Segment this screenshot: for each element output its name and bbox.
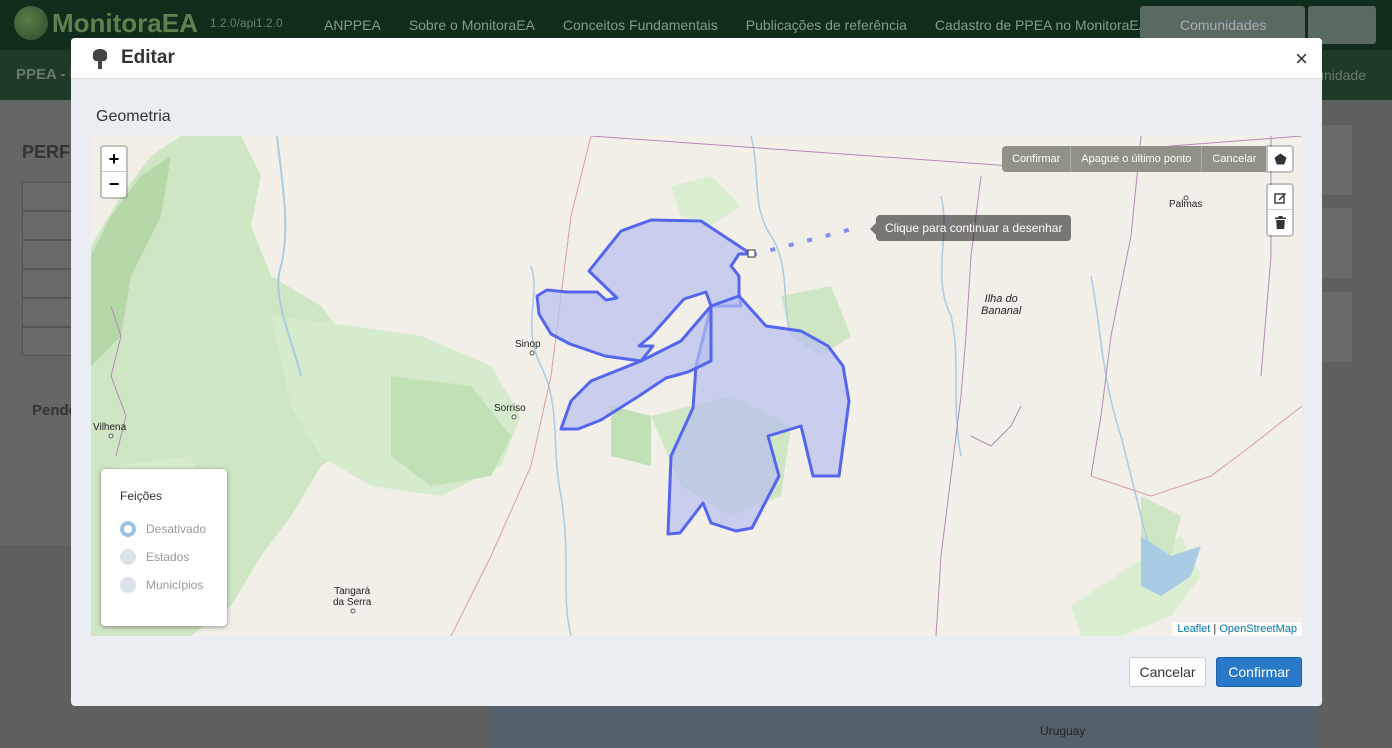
layer-option-municipios[interactable]: Municípios [120, 571, 227, 599]
version-label: 1.2.0/api1.2.0 [209, 16, 283, 30]
sub-header-title: PPEA - I [16, 66, 74, 83]
zoom-in-button[interactable]: + [102, 147, 126, 172]
draw-cancel-button[interactable]: Cancelar [1201, 146, 1267, 172]
globe-icon [14, 6, 48, 40]
layers-panel-title: Feições [120, 489, 163, 503]
draw-tooltip: Clique para continuar a desenhar [869, 215, 1072, 241]
zoom-out-button[interactable]: − [102, 172, 126, 197]
edit-toolbar [1266, 183, 1294, 237]
background-card [1322, 292, 1352, 362]
draw-delete-last-point-button[interactable]: Apague o último ponto [1070, 146, 1202, 172]
confirm-button[interactable]: Confirmar [1216, 657, 1302, 687]
radio-selected[interactable] [120, 521, 136, 537]
city-label-vilhena: Vilhena [93, 422, 127, 433]
city-label-tangara: Tangará da Serra [333, 586, 371, 608]
city-label-sorriso: Sorriso [494, 403, 526, 414]
nav-item-publicacoes[interactable]: Publicações de referência [732, 17, 921, 33]
modal-title: Editar [121, 47, 175, 68]
city-label-tangara-line1: Tangará [334, 586, 371, 597]
leaflet-link[interactable]: Leaflet [1177, 623, 1210, 635]
draw-confirm-button[interactable]: Confirmar [1002, 146, 1071, 172]
layer-option-label: Desativado [146, 522, 207, 536]
delete-layers-button[interactable] [1268, 210, 1292, 235]
close-icon[interactable]: × [1295, 46, 1308, 72]
city-label-palmas: Palmas [1169, 199, 1203, 210]
background-card [1322, 125, 1352, 195]
attribution-separator: | [1213, 623, 1217, 635]
radio[interactable] [120, 577, 136, 593]
sub-header-right: unidade [1316, 67, 1366, 83]
background-map [487, 700, 1317, 748]
geometry-label: Geometria [96, 108, 171, 125]
osm-link[interactable]: OpenStreetMap [1219, 623, 1297, 635]
nav-item-sobre[interactable]: Sobre o MonitoraEA [395, 17, 549, 33]
profile-title: PERFI [22, 142, 76, 162]
edit-layers-button[interactable] [1268, 185, 1292, 210]
draw-polygon-button[interactable] [1266, 145, 1294, 173]
zoom-control: + − [100, 145, 128, 199]
place-label-ilha: Ilha do Bananal [981, 293, 1021, 317]
place-label-ilha-line1: Ilha do [984, 293, 1018, 305]
cancel-button[interactable]: Cancelar [1129, 657, 1206, 687]
modal-header: Editar × [71, 38, 1322, 79]
brand-name: MonitoraEA [52, 7, 198, 38]
edit-modal: Editar × Geometria Sinop Sorriso Vilhena… [71, 38, 1322, 706]
layers-panel: Feições Desativado Estados Municípios [101, 469, 227, 626]
map-container[interactable]: Sinop Sorriso Vilhena Tangará da Serra Pa… [91, 136, 1302, 636]
map-attribution: Leaflet | OpenStreetMap [1172, 622, 1302, 636]
layer-option-label: Municípios [146, 578, 204, 592]
radio[interactable] [120, 549, 136, 565]
polygon-icon [1274, 153, 1286, 165]
background-map-label: Uruguay [1040, 724, 1086, 738]
background-card [1322, 208, 1352, 278]
nav-item-cadastro[interactable]: Cadastro de PPEA no MonitoraEA [921, 17, 1162, 33]
layer-option-estados[interactable]: Estados [120, 543, 227, 571]
communities-label: Comunidades [1180, 17, 1267, 33]
logo[interactable]: MonitoraEA 1.2.0/api1.2.0 [14, 6, 283, 40]
nav-item-anppea[interactable]: ANPPEA [310, 17, 395, 33]
place-label-ilha-line2: Bananal [981, 305, 1022, 317]
edit-icon [1273, 192, 1286, 204]
map-tiles [91, 136, 1302, 636]
layer-option-label: Estados [146, 550, 190, 564]
trash-icon [1274, 216, 1286, 229]
tree-icon [92, 49, 108, 69]
nav-item-conceitos[interactable]: Conceitos Fundamentais [549, 17, 732, 33]
city-label-sinop: Sinop [515, 339, 541, 350]
city-label-tangara-line2: da Serra [333, 597, 372, 608]
draw-actions-bar: Confirmar Apague o último ponto Cancelar [1002, 146, 1267, 172]
layer-option-desativado[interactable]: Desativado [120, 515, 227, 543]
